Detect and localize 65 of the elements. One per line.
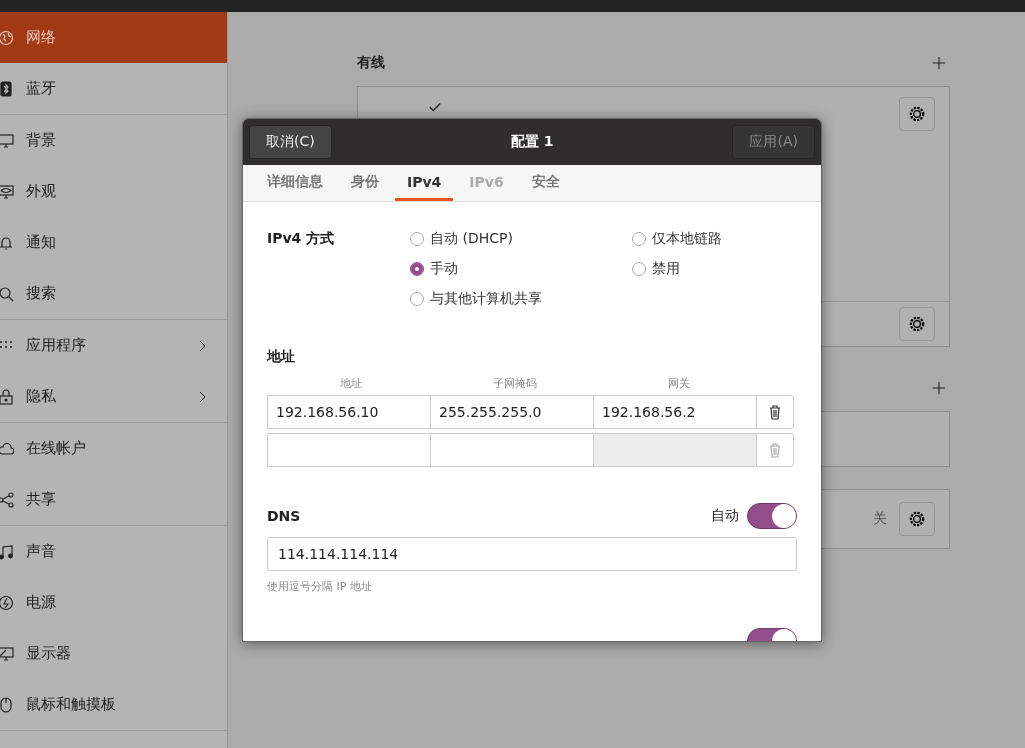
input-field[interactable]: 255.255.255.0 [430, 395, 594, 429]
globe-icon [0, 29, 14, 46]
sidebar-item[interactable]: 显示器 [0, 628, 227, 679]
settings-button[interactable] [899, 502, 935, 536]
sidebar-item[interactable]: 外观 [0, 166, 227, 217]
sidebar-item[interactable]: 电源 [0, 577, 227, 628]
sidebar-item[interactable]: 通知 [0, 217, 227, 268]
trash-icon [767, 404, 783, 420]
input-field[interactable] [267, 433, 431, 467]
sidebar-item[interactable]: 蓝牙 [0, 63, 227, 114]
radio-option[interactable]: 手动 [410, 260, 632, 278]
input-field[interactable] [430, 433, 594, 467]
hint-text: 使用逗号分隔 IP 地址 [267, 579, 373, 594]
section-title: DNS [267, 508, 301, 524]
monitor-icon [0, 132, 14, 149]
field-label: IPv4 方式 [267, 230, 336, 248]
column-header: 网关 [667, 376, 691, 391]
radio-option[interactable]: 与其他计算机共享 [410, 290, 632, 308]
settings-icon [908, 105, 926, 123]
auto-toggle[interactable] [747, 503, 797, 529]
status-text: 关 [873, 510, 887, 528]
display-icon [0, 645, 14, 662]
sidebar-item[interactable]: 共享 [0, 474, 227, 525]
dialog-title: 配置 1 [510, 133, 554, 151]
delete-button[interactable] [756, 395, 794, 429]
cancel-button[interactable]: 取消(C) [249, 125, 332, 159]
power-bolt-icon [0, 594, 14, 611]
sidebar-item[interactable]: 鼠标和触摸板 [0, 679, 227, 730]
mouse-icon [0, 696, 14, 713]
bell-icon [0, 234, 14, 251]
sidebar-item[interactable]: 应用程序 [0, 320, 227, 371]
monitor-eye-icon [0, 183, 14, 200]
tab[interactable]: 身份 [339, 165, 391, 201]
plus-icon [932, 381, 946, 395]
share-icon [0, 491, 14, 508]
column-header: 子网掩码 [492, 376, 538, 391]
sidebar-item[interactable]: 搜索 [0, 268, 227, 319]
settings-button[interactable] [899, 307, 935, 341]
settings-icon [908, 315, 926, 333]
input-field[interactable]: 192.168.56.2 [593, 395, 757, 429]
input-field[interactable]: 192.168.56.10 [267, 395, 431, 429]
sidebar-item[interactable]: 背景 [0, 115, 227, 166]
plus-icon [932, 56, 946, 70]
input-field[interactable]: 114.114.114.114 [267, 537, 797, 571]
radio-option[interactable]: 仅本地链路 [632, 230, 797, 248]
section-title: 地址 [267, 348, 296, 366]
radio-option[interactable]: 自动 (DHCP) [410, 230, 632, 248]
sidebar-item[interactable]: 在线帐户 [0, 423, 227, 474]
music-note-icon [0, 543, 14, 560]
column-header: 地址 [339, 376, 363, 391]
sidebar-item[interactable]: 声音 [0, 526, 227, 577]
cloud-icon [0, 440, 14, 457]
tab[interactable]: 安全 [519, 165, 572, 201]
trash-icon [767, 442, 783, 458]
radio-option[interactable]: 禁用 [632, 260, 797, 278]
settings-button[interactable] [899, 97, 935, 131]
tab[interactable]: 详细信息 [255, 165, 335, 201]
sidebar-item[interactable]: 网络 [0, 12, 227, 63]
settings-icon [908, 510, 926, 528]
search-icon [0, 285, 14, 302]
lock-icon [0, 388, 14, 405]
section-title: 有线 [357, 54, 385, 72]
tab[interactable]: IPv4 [395, 165, 454, 201]
auto-label: 自动 [711, 507, 739, 525]
sidebar-item[interactable]: 隐私 [0, 371, 227, 422]
